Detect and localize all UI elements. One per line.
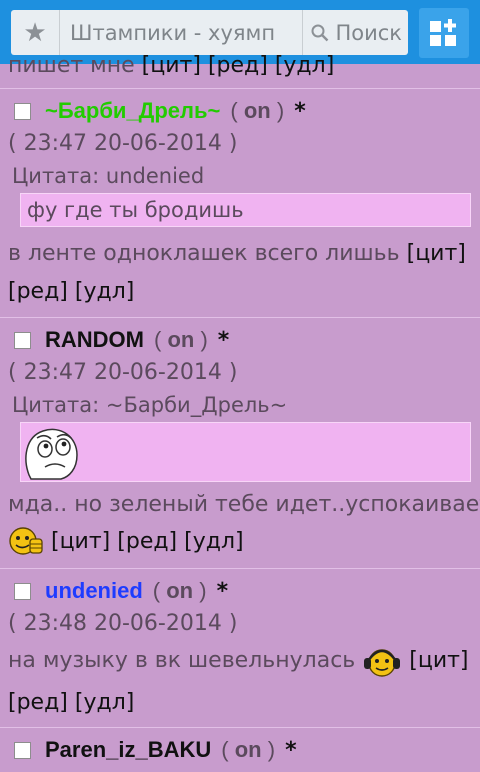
search-label: Поиск [335,20,402,45]
quote-link[interactable]: [цит] [142,53,201,78]
paren: ) [267,737,276,762]
edit-link[interactable]: [ред] [8,690,68,715]
quote-label: Цитата: ~Барби_Дрель~ [12,393,288,417]
headphones-smiley-icon [364,649,401,677]
paren: ( [230,98,238,123]
edit-link[interactable]: [ред] [8,279,68,304]
asterisk-marker: * [294,98,306,124]
message-text-line: в ленте одноклашек всего лишьь [цит] [0,235,480,273]
quote-link[interactable]: [цит] [409,648,468,673]
paren: ) [276,98,285,123]
add-tab-grid-icon [430,19,456,46]
edit-link[interactable]: [ред] [117,529,177,554]
online-status: ( on ) [221,737,275,763]
previous-message-tail: пишет мне [цит] [ред] [удл] [0,55,480,88]
rage-face-sticker-icon [25,428,78,480]
message-text-line: мда.. но зеленый тебе идет..успокаивает [0,488,480,522]
thumbs-up-smiley-icon [9,527,43,555]
chat-post: RANDOM ( on ) * ( 23:47 20-06-2014 ) Цит… [0,317,480,564]
asterisk-marker: * [217,327,230,353]
message-text-line: на музыку в вк шевельнулась [цит] [0,641,480,681]
online-status: ( on ) [230,98,284,124]
message-text: мда.. но зеленый тебе идет..успокаивает [8,492,480,517]
post-actions: [ред] [удл] [0,273,480,311]
post-header: RANDOM ( on ) * [0,318,480,362]
delete-link[interactable]: [удл] [184,529,243,554]
paren: ) [199,578,207,603]
select-checkbox[interactable] [14,331,31,349]
nickname-link[interactable]: Paren_iz_BAKU [45,737,211,763]
online-status: ( on ) [154,327,208,353]
message-text: на музыку в вк шевельнулась [8,648,356,673]
select-checkbox[interactable] [14,582,31,600]
page-title[interactable]: Штампики - хуямп [60,21,302,45]
nickname-link[interactable]: undenied [45,578,143,604]
nickname-link[interactable]: ~Барби_Дрель~ [45,98,220,124]
message-text: пишет мне [8,53,135,78]
post-date: ( 23:48 20-06-2014 ) [8,611,238,636]
paren: ( [221,737,229,762]
paren: ( [152,578,161,603]
search-button[interactable]: Поиск [302,10,408,55]
nickname-link[interactable]: RANDOM [45,327,144,353]
chat-post: undenied ( on ) * ( 23:48 20-06-2014 ) н… [0,568,480,723]
edit-link[interactable]: [ред] [208,53,268,78]
status-value: on [234,737,262,762]
quote-text: фу где ты бродишь [27,198,244,222]
paren: ( [154,327,162,352]
quote-link[interactable]: [цит] [51,529,110,554]
online-status: ( on ) [153,578,207,604]
status-value: on [167,327,195,352]
delete-link[interactable]: [удл] [75,690,134,715]
post-date: ( 23:47 20-06-2014 ) [8,131,238,156]
chat-post: ~Барби_Дрель~ ( on ) * ( 23:47 20-06-201… [0,88,480,311]
paren: ) [200,327,208,352]
delete-link[interactable]: [удл] [275,53,334,78]
post-header: Paren_iz_BAKU ( on ) * [0,728,480,772]
address-bar[interactable]: ★ Штампики - хуямп Поиск [11,10,408,55]
quote-block: фу где ты бродишь [20,193,471,227]
post-date: ( 23:47 20-06-2014 ) [8,360,238,385]
tabs-button[interactable] [419,8,469,58]
asterisk-marker: * [216,578,229,604]
post-header: undenied ( on ) * [0,569,480,613]
status-value: on [243,98,271,123]
bookmark-star-icon[interactable]: ★ [11,10,60,55]
chat-feed: пишет мне [цит] [ред] [удл] ~Барби_Дрель… [0,55,480,772]
quote-label: Цитата: undenied [12,164,205,188]
asterisk-marker: * [285,737,297,763]
message-text: в ленте одноклашек всего лишьь [8,241,400,266]
post-header: ~Барби_Дрель~ ( on ) * [0,89,480,133]
post-actions: [ред] [удл] [0,683,480,723]
status-value: on [166,578,194,603]
post-actions: [цит] [ред] [удл] [0,522,480,564]
quote-block [20,422,471,482]
chat-post: Paren_iz_BAKU ( on ) * [0,727,480,772]
delete-link[interactable]: [удл] [75,279,134,304]
select-checkbox[interactable] [14,102,31,120]
search-icon [311,24,329,41]
quote-link[interactable]: [цит] [407,241,466,266]
